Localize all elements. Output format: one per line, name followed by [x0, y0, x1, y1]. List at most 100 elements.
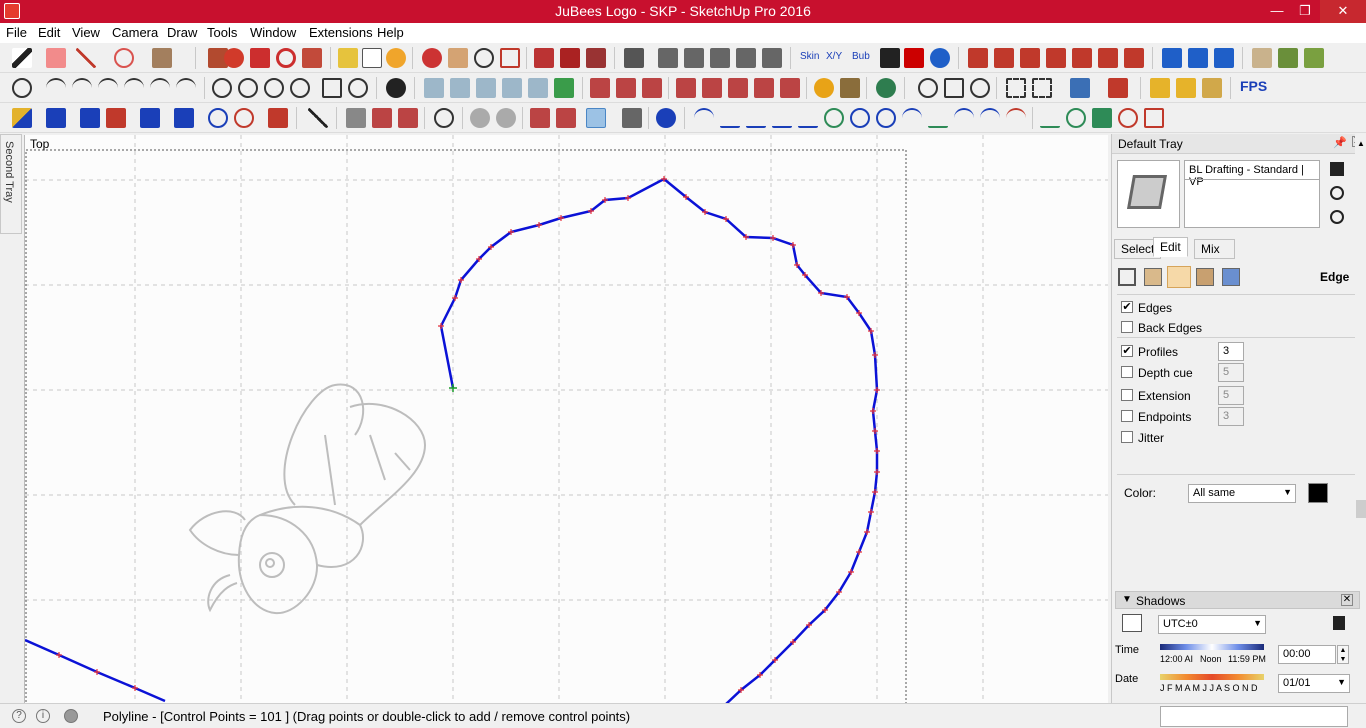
tag-red-icon[interactable]: [1144, 108, 1164, 128]
edges-checkbox[interactable]: ✔: [1121, 301, 1133, 313]
circle-green-icon[interactable]: [824, 108, 844, 128]
menu-help[interactable]: Help: [377, 25, 404, 40]
watermark-settings-icon[interactable]: [1196, 268, 1214, 286]
solid-tool-icon-1[interactable]: [590, 78, 610, 98]
scroll-up-icon[interactable]: ▲: [1355, 139, 1366, 149]
circle-icon-1[interactable]: [212, 78, 232, 98]
extension-checkbox[interactable]: [1121, 389, 1133, 401]
polygon-icon[interactable]: [322, 78, 342, 98]
curve-icon[interactable]: [876, 78, 896, 98]
align-icon-3[interactable]: [1214, 48, 1234, 68]
arrows-down-icon[interactable]: [106, 108, 126, 128]
eraser-icon[interactable]: [46, 48, 66, 68]
tray-scrollbar[interactable]: ▲: [1355, 134, 1366, 579]
depth-cue-field[interactable]: 5: [1218, 363, 1244, 382]
solid-tool-icon-4[interactable]: [676, 78, 696, 98]
zoom-extents-icon[interactable]: [500, 48, 520, 68]
share-model-icon[interactable]: [586, 48, 606, 68]
box-icon-3[interactable]: [1202, 78, 1222, 98]
axis-tool-icon-1[interactable]: [968, 48, 988, 68]
solid-tool-icon-7[interactable]: [754, 78, 774, 98]
color-mode-select[interactable]: All same ▼: [1188, 484, 1296, 503]
xray-icon[interactable]: [586, 108, 606, 128]
leaf-icon[interactable]: [1304, 48, 1324, 68]
tab-edit[interactable]: Edit: [1153, 237, 1188, 257]
edge-settings-icon[interactable]: [1118, 268, 1136, 286]
select-tool-icon[interactable]: [12, 48, 32, 68]
undo-red-icon[interactable]: [234, 108, 254, 128]
move-icon[interactable]: [250, 48, 270, 68]
profiles-width-field[interactable]: 3: [1218, 342, 1244, 361]
shadows-panel-header[interactable]: ▼ Shadows ✕: [1115, 591, 1360, 609]
export-icon[interactable]: [398, 108, 418, 128]
circle-red-icon[interactable]: [1118, 108, 1138, 128]
wrench-icon[interactable]: [1092, 108, 1112, 128]
question-icon[interactable]: [656, 108, 676, 128]
axes-icon[interactable]: [12, 108, 32, 128]
recycle-icon[interactable]: [1278, 48, 1298, 68]
print-icon[interactable]: [372, 108, 392, 128]
endpoints-field[interactable]: 3: [1218, 407, 1244, 426]
component-icon-4[interactable]: [736, 48, 756, 68]
align-icon-2[interactable]: [1188, 48, 1208, 68]
profiles-checkbox[interactable]: ✔: [1121, 345, 1133, 357]
paint-bucket-icon[interactable]: [386, 48, 406, 68]
tape-measure-icon[interactable]: [338, 48, 358, 68]
time-spinner[interactable]: ▲ ▼: [1337, 645, 1349, 664]
warehouse-icon[interactable]: [534, 48, 554, 68]
text-icon[interactable]: [362, 48, 382, 68]
solid-tool-icon-6[interactable]: [728, 78, 748, 98]
timezone-select[interactable]: UTC±0 ▼: [1158, 615, 1266, 634]
bbox-icon[interactable]: [1006, 78, 1026, 98]
pin-tray-icon[interactable]: 📌: [1333, 136, 1347, 149]
fps-button[interactable]: FPS: [1240, 78, 1267, 94]
hand-icon[interactable]: [346, 108, 366, 128]
create-style-icon[interactable]: [1330, 186, 1344, 200]
bbox-center-icon[interactable]: [1032, 78, 1052, 98]
follow-me-icon[interactable]: [224, 48, 244, 68]
start-point[interactable]: [449, 384, 457, 392]
play-icon[interactable]: [880, 48, 900, 68]
axis-tool-icon-3[interactable]: [1020, 48, 1040, 68]
ellipse-icon[interactable]: [348, 78, 368, 98]
drawing-viewport[interactable]: Top: [24, 135, 1108, 703]
update-style-icon[interactable]: [1330, 162, 1344, 176]
menu-file[interactable]: File: [6, 25, 27, 40]
line-tool-icon[interactable]: [76, 48, 96, 68]
tab-mix[interactable]: Mix: [1194, 239, 1235, 259]
close-panel-icon[interactable]: ✕: [1341, 594, 1353, 606]
arc-icon-1[interactable]: [46, 78, 66, 98]
arrows-up-icon[interactable]: [80, 108, 100, 128]
layout-icon[interactable]: [624, 48, 644, 68]
fspline-icon[interactable]: [798, 108, 818, 128]
section-icon[interactable]: [622, 108, 642, 128]
component-icon-3[interactable]: [710, 48, 730, 68]
zigzag-icon[interactable]: [928, 108, 948, 128]
date-select[interactable]: 01/01 ▼: [1278, 674, 1350, 693]
extension-field[interactable]: 5: [1218, 386, 1244, 405]
depth-cue-checkbox[interactable]: [1121, 366, 1133, 378]
gray-sphere-icon-1[interactable]: [470, 108, 490, 128]
jitter-checkbox[interactable]: [1121, 431, 1133, 443]
spiral-icon[interactable]: [876, 108, 896, 128]
arc-blue-icon[interactable]: [902, 108, 922, 128]
extension-warehouse-icon[interactable]: [560, 48, 580, 68]
axis-tool-icon-6[interactable]: [1098, 48, 1118, 68]
circle-icon-3[interactable]: [264, 78, 284, 98]
endpoints-checkbox[interactable]: [1121, 410, 1133, 422]
collapse-icon[interactable]: ▼: [1122, 594, 1132, 605]
tool-blue-icon[interactable]: [46, 108, 66, 128]
help-circle-icon[interactable]: [930, 48, 950, 68]
arc-icon-2[interactable]: [72, 78, 92, 98]
viewport-canvas[interactable]: [25, 135, 1108, 703]
second-tray-tab[interactable]: Second Tray: [0, 134, 22, 234]
solid-tool-icon-2[interactable]: [616, 78, 636, 98]
menu-window[interactable]: Window: [250, 25, 296, 40]
line-green-icon[interactable]: [1040, 108, 1060, 128]
geolocation-icon[interactable]: ?: [12, 709, 26, 723]
gray-sphere-icon-2[interactable]: [496, 108, 516, 128]
bezier-icon[interactable]: [694, 108, 714, 128]
axis-tool-icon-4[interactable]: [1046, 48, 1066, 68]
cube-red-icon[interactable]: [530, 108, 550, 128]
orbit-icon[interactable]: [422, 48, 442, 68]
